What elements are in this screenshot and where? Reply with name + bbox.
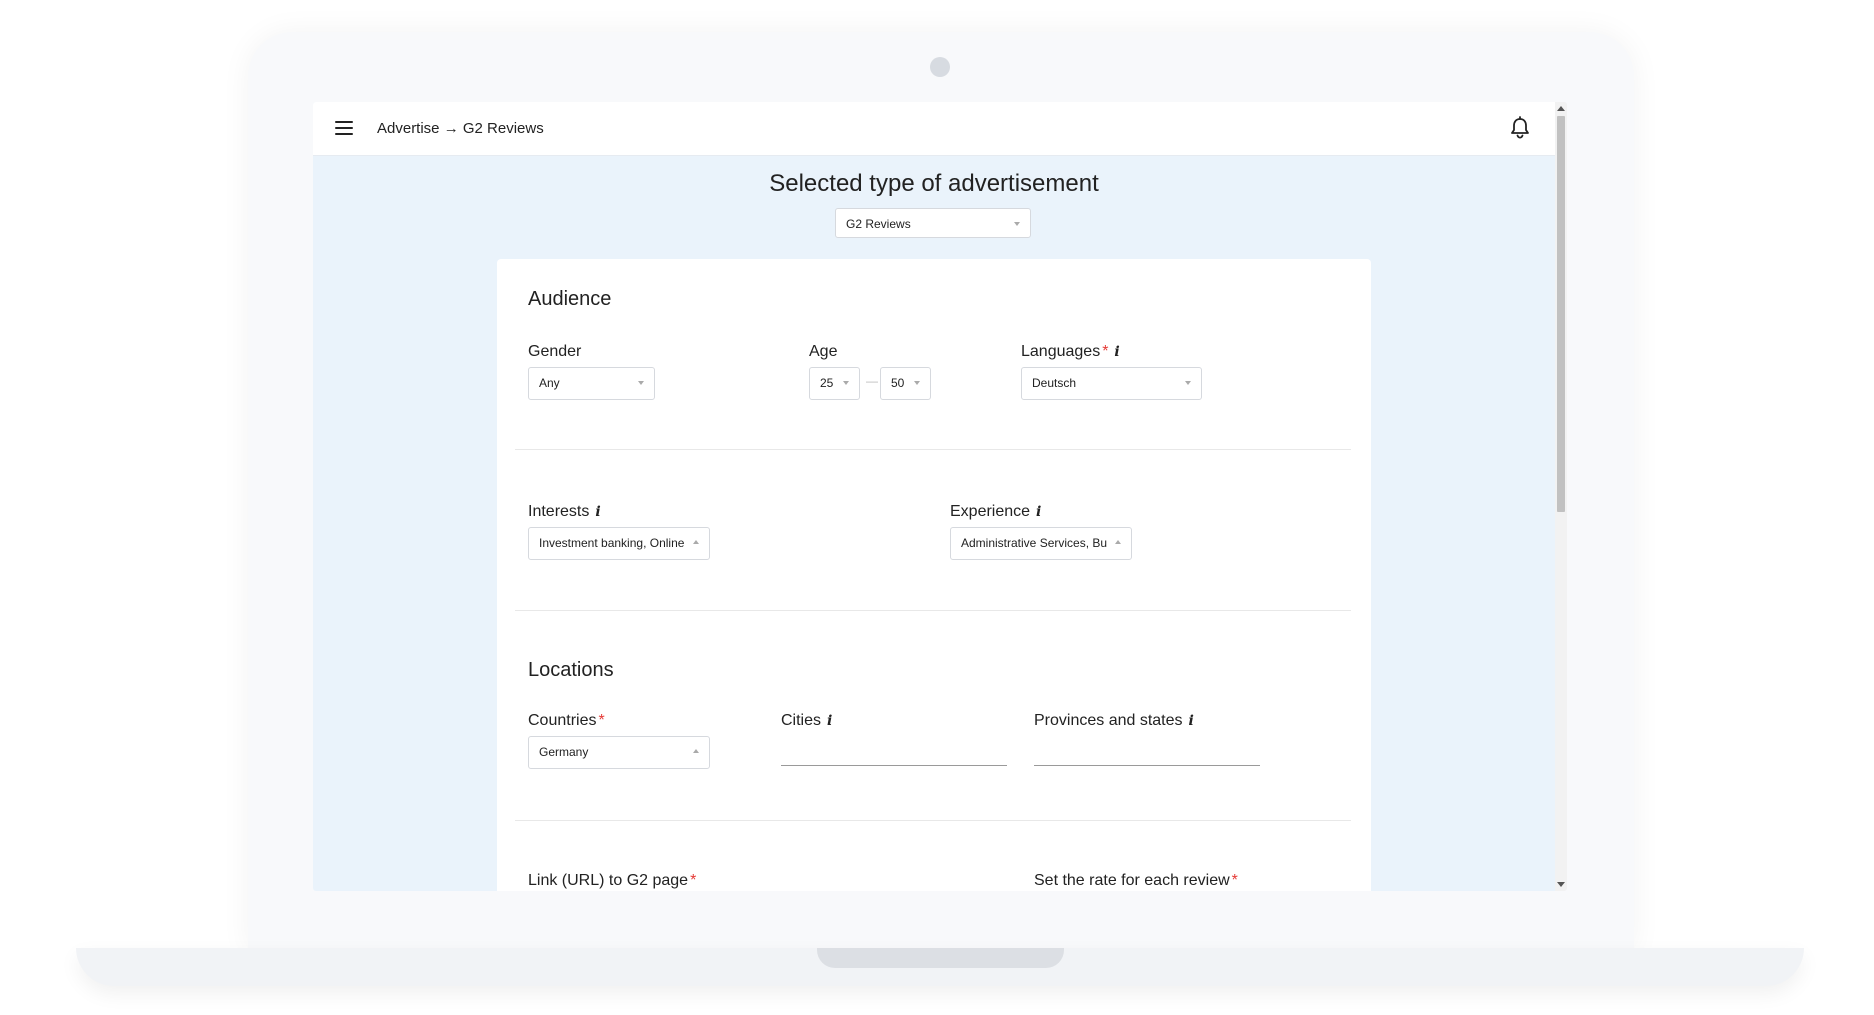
languages-select[interactable]: Deutsch xyxy=(1021,367,1202,400)
info-icon[interactable]: i xyxy=(1114,344,1119,360)
page-scrollbar[interactable] xyxy=(1555,102,1567,891)
age-min-value: 25 xyxy=(820,376,834,390)
top-bar: Advertise → G2 Reviews xyxy=(313,102,1555,156)
g2-link-label: Link (URL) to G2 page * xyxy=(528,872,697,889)
gender-select[interactable]: Any xyxy=(528,367,655,400)
locations-title: Locations xyxy=(528,659,614,681)
info-icon[interactable]: i xyxy=(1189,713,1194,729)
age-separator: — xyxy=(866,374,878,388)
divider xyxy=(515,820,1351,821)
experience-label: Experience i xyxy=(950,503,1042,520)
age-label: Age xyxy=(809,343,838,360)
info-icon[interactable]: i xyxy=(1036,504,1041,520)
divider xyxy=(515,610,1351,611)
languages-value: Deutsch xyxy=(1032,376,1077,390)
info-icon[interactable]: i xyxy=(595,504,600,520)
chevron-down-icon xyxy=(1185,381,1191,385)
rate-label: Set the rate for each review * xyxy=(1034,872,1238,889)
info-icon[interactable]: i xyxy=(827,713,832,729)
interests-value: Investment banking, Online xyxy=(539,536,685,550)
scroll-up-icon[interactable] xyxy=(1557,106,1565,111)
chevron-down-icon xyxy=(1014,222,1020,226)
audience-title: Audience xyxy=(528,288,612,310)
age-max-select[interactable]: 50 xyxy=(880,367,931,400)
ad-type-value: G2 Reviews xyxy=(846,217,911,231)
experience-select[interactable]: Administrative Services, Bu xyxy=(950,527,1132,560)
ad-type-select[interactable]: G2 Reviews xyxy=(835,208,1031,238)
chevron-down-icon xyxy=(914,381,920,385)
age-max-value: 50 xyxy=(891,376,905,390)
countries-label: Countries * xyxy=(528,712,605,729)
app-screen: Advertise → G2 Reviews Selected type of … xyxy=(313,102,1567,891)
camera-icon xyxy=(930,57,950,77)
chevron-up-icon xyxy=(1115,540,1121,544)
scroll-thumb[interactable] xyxy=(1557,116,1565,512)
gender-value: Any xyxy=(539,376,560,390)
languages-label: Languages * i xyxy=(1021,343,1120,360)
experience-value: Administrative Services, Bu xyxy=(961,536,1108,550)
cities-label: Cities i xyxy=(781,712,833,729)
gender-label: Gender xyxy=(528,343,582,360)
chevron-down-icon xyxy=(638,381,644,385)
page-title: Selected type of advertisement xyxy=(769,170,1099,197)
chevron-up-icon xyxy=(693,749,699,753)
divider xyxy=(515,449,1351,450)
interests-label: Interests i xyxy=(528,503,601,520)
chevron-up-icon xyxy=(693,540,699,544)
cities-input[interactable] xyxy=(781,765,1007,766)
laptop-notch xyxy=(817,948,1064,968)
chevron-down-icon xyxy=(843,381,849,385)
breadcrumb: Advertise → G2 Reviews xyxy=(377,120,544,137)
bell-icon[interactable] xyxy=(1509,116,1531,140)
provinces-input[interactable] xyxy=(1034,765,1260,766)
age-min-select[interactable]: 25 xyxy=(809,367,860,400)
scroll-down-icon[interactable] xyxy=(1557,882,1565,887)
menu-icon[interactable] xyxy=(335,121,353,135)
interests-select[interactable]: Investment banking, Online xyxy=(528,527,710,560)
provinces-label: Provinces and states i xyxy=(1034,712,1194,729)
countries-value: Germany xyxy=(539,745,589,759)
countries-select[interactable]: Germany xyxy=(528,736,710,769)
settings-card: Audience Gender Any Age 25 — 50 Language… xyxy=(497,259,1371,891)
